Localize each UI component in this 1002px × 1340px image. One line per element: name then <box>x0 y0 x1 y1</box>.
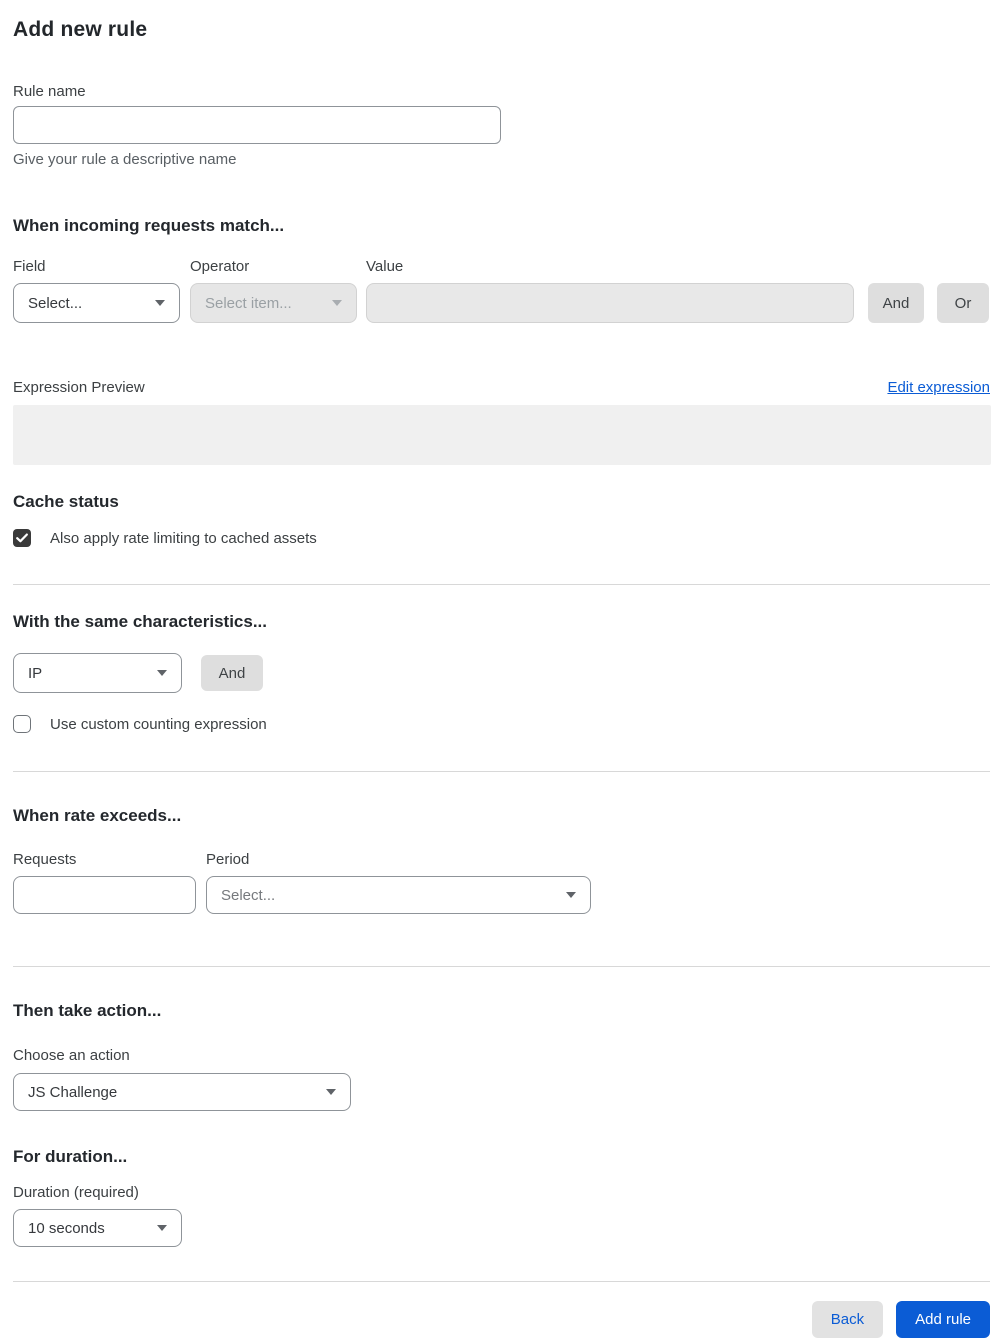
expression-preview-box <box>13 405 991 465</box>
match-heading: When incoming requests match... <box>13 216 285 235</box>
counting-expression-row: Use custom counting expression <box>13 715 990 733</box>
rate-row: Requests Period Select... <box>13 851 990 914</box>
custom-counting-label: Use custom counting expression <box>50 715 267 733</box>
cache-checkbox-row: Also apply rate limiting to cached asset… <box>13 529 990 547</box>
divider <box>13 771 990 772</box>
duration-label: Duration (required) <box>13 1184 139 1201</box>
action-heading: Then take action... <box>13 1001 162 1020</box>
page-title: Add new rule <box>13 18 148 41</box>
duration-select-value: 10 seconds <box>28 1219 105 1237</box>
field-select[interactable]: Select... <box>13 283 180 323</box>
value-label: Value <box>366 258 404 275</box>
rule-name-helper: Give your rule a descriptive name <box>13 151 237 168</box>
chevron-down-icon <box>332 300 342 306</box>
duration-select[interactable]: 10 seconds <box>13 1209 182 1247</box>
characteristics-and-button[interactable]: And <box>201 655 263 691</box>
value-input <box>366 283 854 323</box>
operator-select: Select item... <box>190 283 357 323</box>
characteristic-select-value: IP <box>28 664 43 682</box>
requests-column: Requests <box>13 851 196 914</box>
chevron-down-icon <box>155 300 165 306</box>
divider <box>13 1281 990 1282</box>
choose-action-label: Choose an action <box>13 1047 130 1064</box>
match-row: Field Select... Operator Select item... … <box>13 258 990 323</box>
characteristics-heading: With the same characteristics... <box>13 612 268 631</box>
rule-name-section: Rule name Give your rule a descriptive n… <box>13 83 990 168</box>
edit-expression-link[interactable]: Edit expression <box>887 379 990 396</box>
back-button[interactable]: Back <box>811 1301 884 1338</box>
add-rule-button[interactable]: Add rule <box>896 1301 990 1338</box>
characteristic-select[interactable]: IP <box>13 653 182 693</box>
operator-select-value: Select item... <box>205 294 292 312</box>
rule-name-input[interactable] <box>13 106 501 144</box>
field-select-value: Select... <box>28 294 83 312</box>
action-select[interactable]: JS Challenge <box>13 1073 351 1111</box>
and-button[interactable]: And <box>868 283 924 323</box>
expression-preview-label: Expression Preview <box>13 379 145 396</box>
cache-checkbox-label: Also apply rate limiting to cached asset… <box>50 529 317 547</box>
chevron-down-icon <box>157 1225 167 1231</box>
footer: Back Add rule <box>13 1301 990 1338</box>
field-label: Field <box>13 258 46 275</box>
or-button[interactable]: Or <box>937 283 989 323</box>
period-select[interactable]: Select... <box>206 876 591 914</box>
chevron-down-icon <box>566 892 576 898</box>
check-icon <box>16 533 28 543</box>
value-column: Value <box>366 258 854 323</box>
requests-label: Requests <box>13 851 77 868</box>
rate-heading: When rate exceeds... <box>13 806 182 825</box>
divider <box>13 584 990 585</box>
custom-counting-checkbox[interactable] <box>13 715 31 733</box>
field-column: Field Select... <box>13 258 180 323</box>
period-select-value: Select... <box>221 886 276 904</box>
period-column: Period Select... <box>206 851 591 914</box>
duration-heading: For duration... <box>13 1147 128 1166</box>
divider <box>13 966 990 967</box>
characteristics-row: IP And <box>13 653 990 693</box>
cache-checkbox[interactable] <box>13 529 31 547</box>
operator-label: Operator <box>190 258 250 275</box>
period-label: Period <box>206 851 250 868</box>
rule-name-label: Rule name <box>13 83 86 100</box>
action-select-value: JS Challenge <box>28 1083 118 1101</box>
chevron-down-icon <box>326 1089 336 1095</box>
operator-column: Operator Select item... <box>190 258 357 323</box>
expression-preview-header: Expression Preview Edit expression <box>13 379 990 396</box>
requests-input[interactable] <box>13 876 196 914</box>
cache-status-heading: Cache status <box>13 492 119 511</box>
chevron-down-icon <box>157 670 167 676</box>
